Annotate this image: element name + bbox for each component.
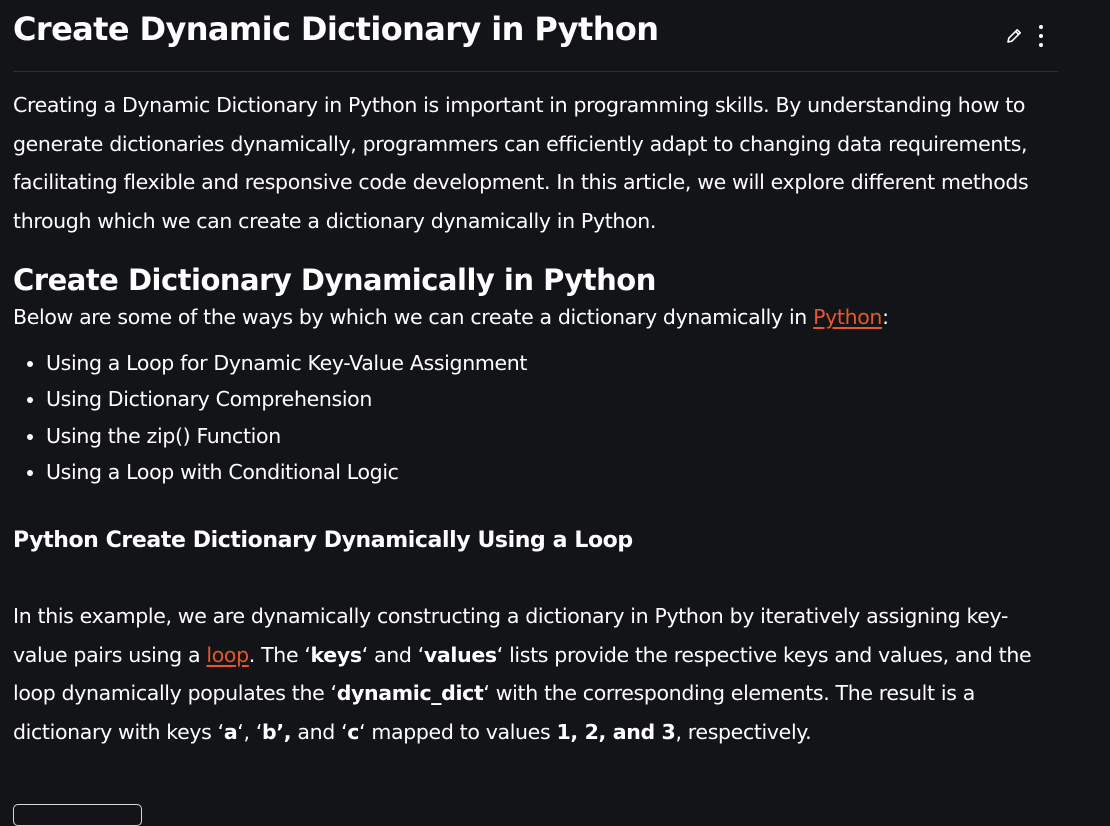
key-c: c <box>347 719 360 744</box>
key-a: a <box>223 719 238 744</box>
list-item: Using a Loop for Dynamic Key-Value Assig… <box>46 345 1058 381</box>
key-b: b <box>261 719 277 744</box>
quote-mark: ’ <box>276 719 284 744</box>
example-text: , respectively. <box>675 719 812 744</box>
keys-term: keys <box>310 642 363 667</box>
article: Create Dynamic Dictionary in Python Crea… <box>13 0 1058 751</box>
example-text: , <box>243 719 256 744</box>
section-heading: Create Dictionary Dynamically in Python <box>13 263 656 297</box>
list-item: Using a Loop with Conditional Logic <box>46 454 1058 490</box>
mapped-values: 1, 2, and 3 <box>556 719 676 744</box>
loop-link[interactable]: loop <box>206 643 249 667</box>
python-link[interactable]: Python <box>813 305 882 329</box>
list-item: Using the zip() Function <box>46 418 1058 454</box>
example-text: and <box>291 719 342 744</box>
example-text: mapped to values <box>365 719 557 744</box>
article-actions <box>1004 24 1044 48</box>
lead-text: Below are some of the ways by which we c… <box>13 305 814 329</box>
kebab-menu-icon[interactable] <box>1038 24 1044 48</box>
intro-paragraph: Creating a Dynamic Dictionary in Python … <box>13 93 1029 233</box>
article-header: Create Dynamic Dictionary in Python <box>13 0 1058 72</box>
example-text: . The <box>248 642 305 667</box>
pencil-icon[interactable] <box>1004 26 1024 46</box>
example-paragraph: In this example, we are dynamically cons… <box>13 597 1058 751</box>
example-text: and <box>367 642 418 667</box>
page-title: Create Dynamic Dictionary in Python <box>13 10 659 48</box>
list-item: Using Dictionary Comprehension <box>46 381 1058 417</box>
subsection-heading: Python Create Dictionary Dynamically Usi… <box>13 528 633 554</box>
values-term: values <box>423 642 497 667</box>
code-block-tab[interactable] <box>13 804 142 826</box>
section-lead: Below are some of the ways by which we c… <box>13 302 1058 332</box>
dynamic-dict-term: dynamic_dict <box>336 681 484 706</box>
methods-list: Using a Loop for Dynamic Key-Value Assig… <box>13 345 1058 490</box>
lead-colon: : <box>882 305 889 329</box>
